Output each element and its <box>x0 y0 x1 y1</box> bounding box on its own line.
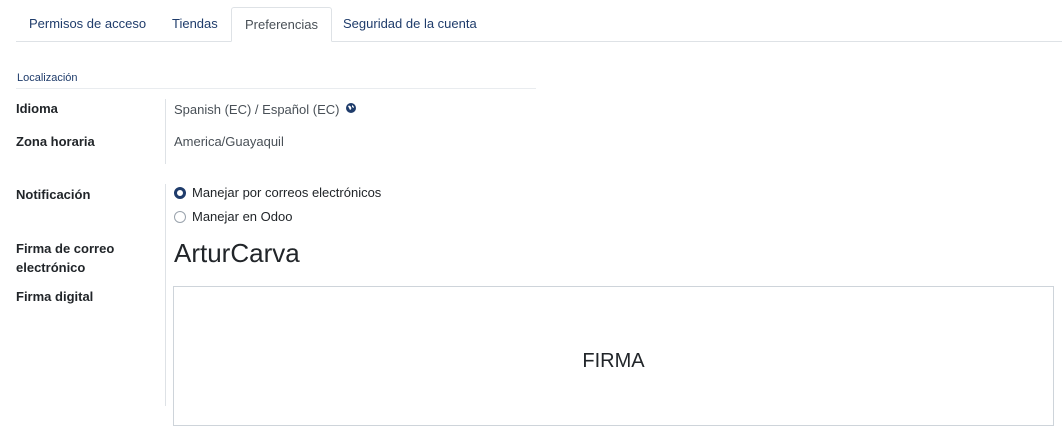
radio-unchecked-icon[interactable] <box>174 210 186 223</box>
notification-label: Notificación <box>16 187 91 202</box>
timezone-label: Zona horaria <box>16 134 95 149</box>
tab-preferencias[interactable]: Preferencias <box>231 7 332 42</box>
tab-bar: Permisos de acceso Tiendas Preferencias … <box>16 7 1062 42</box>
email-signature-value[interactable]: ArturCarva <box>174 238 300 269</box>
language-value[interactable]: Spanish (EC) / Español (EC) <box>174 100 339 119</box>
tab-permisos-acceso[interactable]: Permisos de acceso <box>29 7 146 41</box>
notification-option-email[interactable]: Manejar por correos electrónicos <box>174 185 381 200</box>
digital-signature-label: Firma digital <box>16 289 94 304</box>
section-title-localizacion: Localización <box>17 72 78 84</box>
section-divider <box>16 88 536 89</box>
notification-option-odoo[interactable]: Manejar en Odoo <box>174 209 292 224</box>
digital-signature-pad[interactable]: FIRMA <box>173 286 1054 426</box>
timezone-value[interactable]: America/Guayaquil <box>174 132 284 151</box>
field-separator <box>165 99 166 164</box>
email-signature-label: Firma de correo electrónico <box>16 241 115 275</box>
tab-seguridad-cuenta[interactable]: Seguridad de la cuenta <box>343 7 477 41</box>
digital-signature-placeholder: FIRMA <box>582 350 645 372</box>
field-separator <box>165 184 166 406</box>
radio-checked-icon[interactable] <box>174 186 186 199</box>
notification-option-label: Manejar por correos electrónicos <box>192 185 382 200</box>
language-label: Idioma <box>16 101 58 116</box>
globe-icon[interactable] <box>346 103 356 113</box>
tab-tiendas[interactable]: Tiendas <box>172 7 218 41</box>
notification-option-label: Manejar en Odoo <box>192 209 293 224</box>
